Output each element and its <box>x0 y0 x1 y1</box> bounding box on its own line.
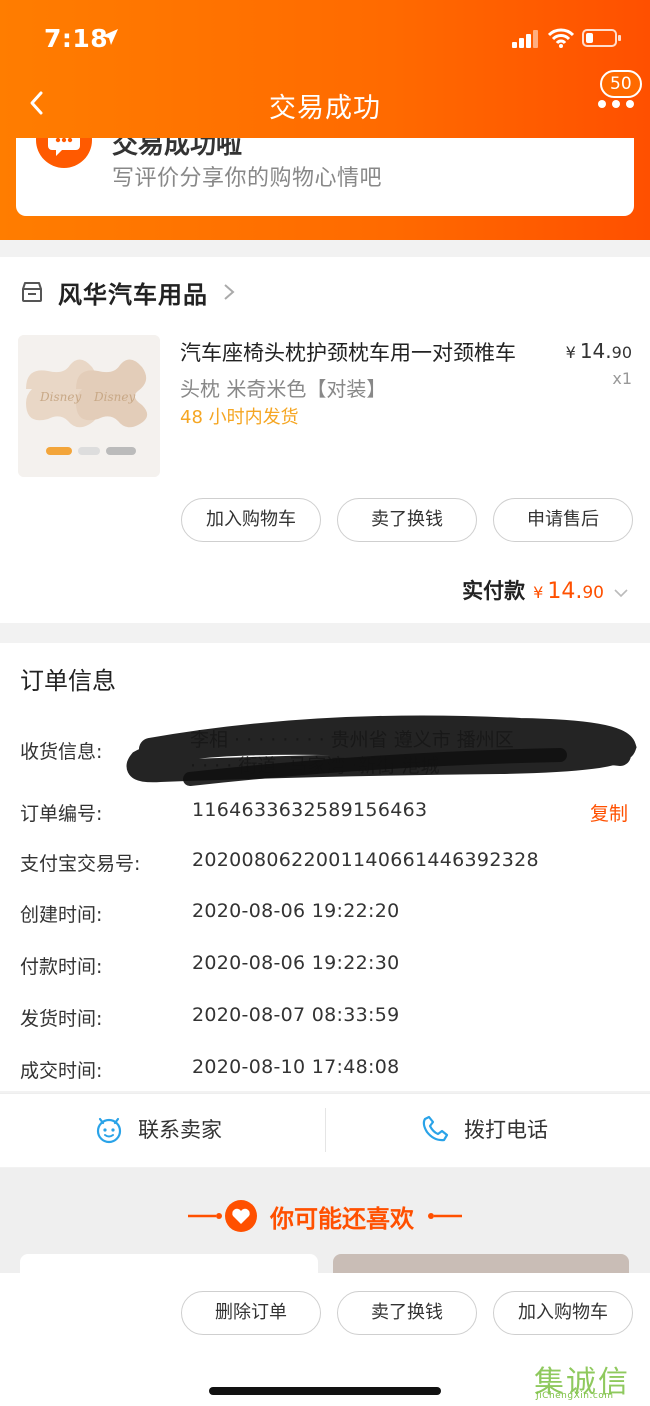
shipped-time-value: 2020-08-07 08:33:59 <box>192 1004 400 1026</box>
heart-icon <box>225 1200 257 1232</box>
success-card[interactable]: 交易成功啦 写评价分享你的购物心情吧 <box>16 138 634 216</box>
neck-pillow-image: Disney Disney <box>18 335 160 477</box>
nav-bar: 交易成功 50 <box>0 70 650 136</box>
sell-for-cash-button[interactable]: 卖了换钱 <box>337 1291 477 1335</box>
paid-time-label: 付款时间: <box>20 956 103 978</box>
shop-name[interactable]: 风华汽车用品 <box>58 275 208 310</box>
completed-time-label: 成交时间: <box>20 1060 103 1082</box>
right-decor-icon <box>428 1213 462 1219</box>
after-sales-button[interactable]: 申请售后 <box>493 498 633 542</box>
product-quantity: x1 <box>612 369 632 388</box>
add-to-cart-button[interactable]: 加入购物车 <box>493 1291 633 1335</box>
product-image[interactable]: Disney Disney <box>18 335 160 477</box>
more-options-icon[interactable] <box>596 98 636 110</box>
chevron-right-icon <box>224 284 235 300</box>
redaction-scribble <box>126 715 637 786</box>
home-indicator[interactable] <box>209 1387 441 1395</box>
wifi-icon <box>548 28 574 48</box>
svg-text:Disney: Disney <box>93 390 135 404</box>
order-number-label: 订单编号: <box>20 803 103 825</box>
completed-time-value: 2020-08-10 17:48:08 <box>192 1056 400 1078</box>
order-number-row: 订单编号: 1164633632589156463 复制 <box>0 799 650 829</box>
recommendations-section: 你可能还喜欢 <box>0 1168 650 1294</box>
paid-decimal: 90 <box>582 583 604 603</box>
call-phone-button[interactable]: 拨打电话 <box>420 1114 548 1144</box>
order-number-value: 1164633632589156463 <box>192 799 428 821</box>
contact-seller-button[interactable]: 联系卖家 <box>94 1114 222 1144</box>
watermark-url: JiChengXin.com <box>536 1391 614 1401</box>
address-label: 收货信息: <box>20 741 103 763</box>
chat-face-icon <box>96 1117 122 1144</box>
status-bar: 7:18 <box>0 0 650 78</box>
contact-divider <box>325 1108 326 1152</box>
completed-time-row: 成交时间: 2020-08-10 17:48:08 <box>0 1056 650 1086</box>
store-icon <box>22 282 42 302</box>
battery-icon <box>582 29 621 47</box>
paid-integer: 14. <box>547 579 583 604</box>
svg-text:Disney: Disney <box>39 390 81 404</box>
recommendations-title: 你可能还喜欢 <box>270 1204 414 1233</box>
phone-icon <box>422 1115 449 1142</box>
chevron-down-icon <box>614 589 628 598</box>
chat-bubble-glyph-icon <box>48 138 80 156</box>
left-decor-icon <box>188 1213 222 1219</box>
created-time-row: 创建时间: 2020-08-06 19:22:20 <box>0 900 650 930</box>
order-info-heading: 订单信息 <box>20 667 116 695</box>
watermark-logo: 集诚信 JiChengXin.com <box>534 1357 646 1401</box>
chat-bubble-icon <box>36 138 92 168</box>
delete-order-button[interactable]: 删除订单 <box>181 1291 321 1335</box>
shop-header[interactable]: 风华汽车用品 <box>20 275 236 309</box>
shipped-time-label: 发货时间: <box>20 1008 103 1030</box>
contact-bar: 联系卖家 拨打电话 <box>0 1093 650 1167</box>
order-info-card: 订单信息 收货信息: 李相 · · · · · · · · 贵州省 遵义市 播州… <box>0 643 650 1091</box>
success-heading: 交易成功啦 <box>112 138 243 160</box>
amount-paid[interactable]: 实付款 ¥ 14. 90 <box>462 575 628 605</box>
shipping-note: 48 小时内发货 <box>180 407 299 428</box>
success-subtitle: 写评价分享你的购物心情吧 <box>112 166 383 191</box>
copy-button[interactable]: 复制 <box>590 799 628 826</box>
paid-time-row: 付款时间: 2020-08-06 19:22:30 <box>0 952 650 982</box>
bottom-action-bar: 删除订单 卖了换钱 加入购物车 集诚信 JiChengXin.com <box>0 1273 650 1406</box>
message-badge[interactable]: 50 <box>600 70 642 98</box>
call-phone-label: 拨打电话 <box>464 1118 548 1142</box>
price-decimal: 90 <box>611 343 632 362</box>
sell-for-cash-button[interactable]: 卖了换钱 <box>337 498 477 542</box>
header-background: 7:18 交易成功 50 交易成功啦 写评价分享你的购物心情吧 <box>0 0 650 240</box>
price-currency: ¥ <box>565 343 576 362</box>
created-time-label: 创建时间: <box>20 904 103 926</box>
alipay-trade-row: 支付宝交易号: 2020080622001140661446392328 <box>0 849 650 879</box>
created-time-value: 2020-08-06 19:22:20 <box>192 900 400 922</box>
status-time: 7:18 <box>44 24 109 53</box>
product-spec: 头枕 米奇米色【对装】 <box>180 377 387 401</box>
paid-label: 实付款 <box>462 579 526 603</box>
contact-seller-label: 联系卖家 <box>138 1118 222 1142</box>
location-arrow-icon <box>102 29 118 45</box>
alipay-trade-label: 支付宝交易号: <box>20 853 141 875</box>
price-integer: 14. <box>579 339 612 363</box>
recommendations-header: 你可能还喜欢 <box>0 1196 650 1236</box>
page-title: 交易成功 <box>269 93 381 124</box>
alipay-trade-value: 2020080622001140661446392328 <box>192 849 539 871</box>
shipped-time-row: 发货时间: 2020-08-07 08:33:59 <box>0 1004 650 1034</box>
add-to-cart-button[interactable]: 加入购物车 <box>181 498 321 542</box>
product-price: ¥14.90 <box>566 339 632 363</box>
paid-currency: ¥ <box>533 583 544 602</box>
paid-time-value: 2020-08-06 19:22:30 <box>192 952 400 974</box>
cellular-signal-icon <box>512 30 538 48</box>
shop-card: 风华汽车用品 Disney Disney 汽车座椅头枕护颈枕车用一对颈椎车 头枕… <box>0 257 650 623</box>
product-title[interactable]: 汽车座椅头枕护颈枕车用一对颈椎车 <box>180 337 550 367</box>
